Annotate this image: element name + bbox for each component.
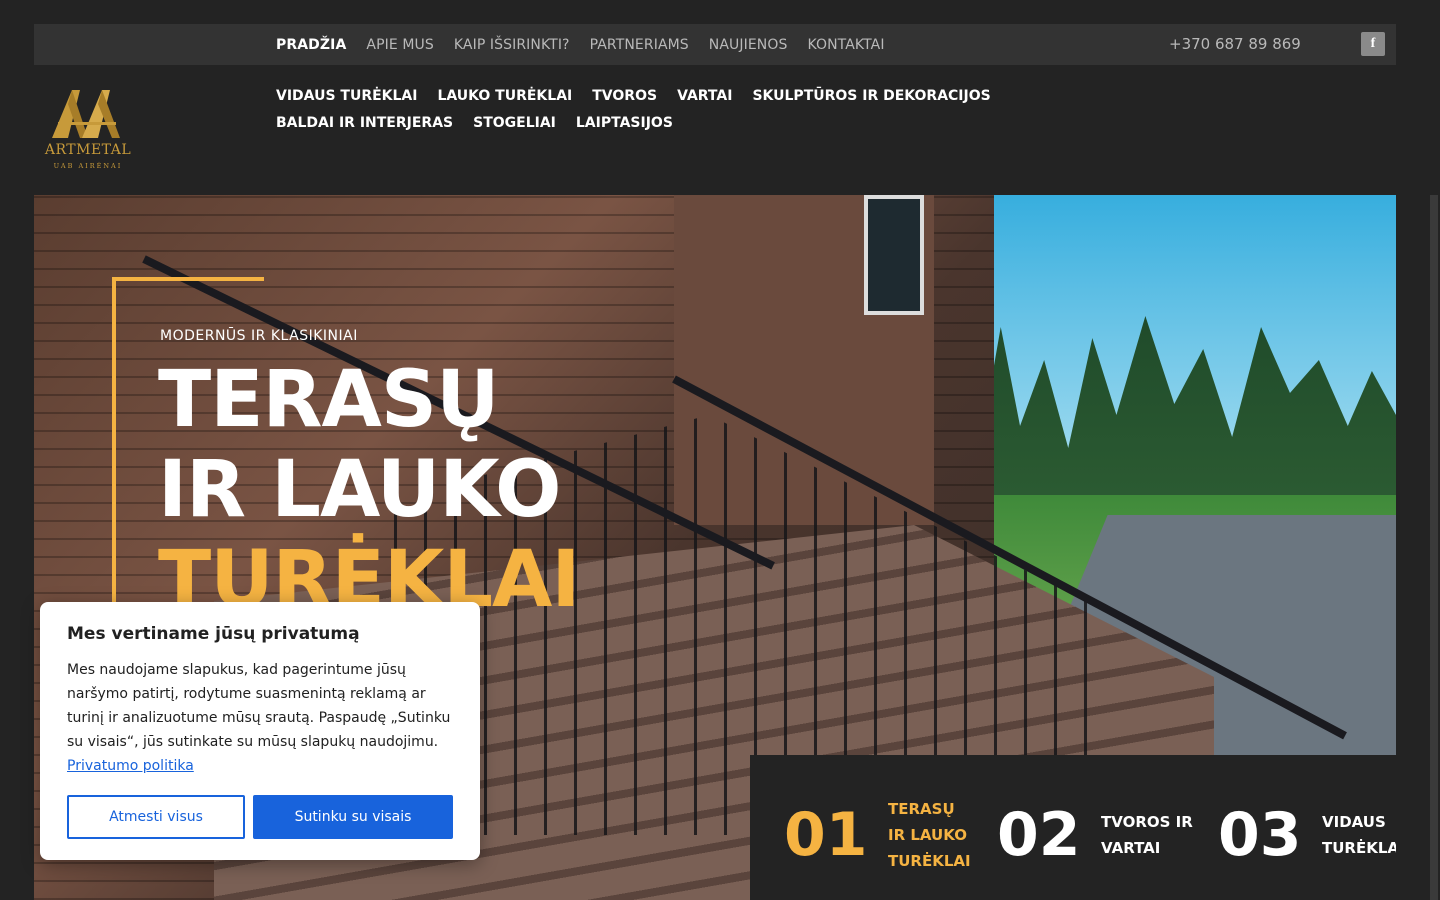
facebook-icon[interactable]: f — [1361, 32, 1385, 56]
top-nav: PRADŽIA APIE MUS KAIP IŠSIRINKTI? PARTNE… — [276, 24, 885, 65]
feature-1-label-line: TURĖKLAI — [888, 852, 971, 870]
hero-window — [864, 195, 924, 315]
privacy-policy-link[interactable]: Privatumo politika — [67, 758, 194, 774]
accept-all-button[interactable]: Sutinku su visais — [253, 795, 453, 839]
logo-mark-icon — [52, 90, 120, 138]
main-nav: VIDAUS TURĖKLAI LAUKO TURĖKLAI TVOROS VA… — [276, 86, 1156, 134]
nav-link-partneriams[interactable]: PARTNERIAMS — [590, 37, 689, 53]
main-nav-skulpturos[interactable]: SKULPTŪROS IR DEKORACIJOS — [752, 86, 990, 107]
nav-link-kontaktai[interactable]: KONTAKTAI — [807, 37, 884, 53]
feature-1-label[interactable]: TERASŲ IR LAUKO TURĖKLAI — [888, 796, 971, 874]
logo-subtitle: UAB AIRĖNAI — [53, 162, 123, 170]
hero-frame-left — [112, 277, 116, 607]
hero-title-line-2: IR LAUKO — [158, 445, 562, 535]
cookie-body: Mes naudojame slapukus, kad pagerintume … — [67, 662, 451, 750]
feature-1-label-line: IR LAUKO — [888, 826, 967, 844]
main-nav-lauko-tureklai[interactable]: LAUKO TURĖKLAI — [437, 86, 572, 107]
hero-title-line-1: TERASŲ — [158, 355, 499, 445]
feature-2-label[interactable]: TVOROS IR VARTAI — [1101, 809, 1193, 861]
feature-3-label-line: VIDAUS — [1322, 813, 1386, 831]
feature-2-label-line: TVOROS IR — [1101, 813, 1193, 831]
nav-link-naujienos[interactable]: NAUJIENOS — [709, 37, 788, 53]
phone-number[interactable]: +370 687 89 869 — [1169, 24, 1301, 65]
hero-eyebrow: MODERNŪS IR KLASIKINIAI — [160, 328, 358, 344]
hero-frame-top — [112, 277, 264, 281]
logo-brand: ARTMETAL — [44, 142, 132, 158]
cookie-text: Mes naudojame slapukus, kad pagerintume … — [67, 658, 462, 778]
hero-title: TERASŲ IR LAUKO TURĖKLAI — [158, 355, 580, 625]
reject-all-button[interactable]: Atmesti visus — [67, 795, 245, 839]
nav-link-apie-mus[interactable]: APIE MUS — [366, 37, 433, 53]
main-nav-baldai[interactable]: BALDAI IR INTERJERAS — [276, 113, 453, 134]
feature-1-number: 01 — [784, 800, 868, 870]
nav-link-pradzia[interactable]: PRADŽIA — [276, 37, 346, 53]
feature-3-label[interactable]: VIDAUS TURĖKLAI — [1322, 809, 1396, 861]
site-logo[interactable]: ARTMETAL UAB AIRĖNAI — [38, 84, 138, 174]
feature-1-label-line: TERASŲ — [888, 800, 955, 818]
main-nav-vartai[interactable]: VARTAI — [677, 86, 732, 107]
feature-3-label-line: TURĖKLAI — [1322, 839, 1396, 857]
feature-3-number: 03 — [1218, 800, 1302, 870]
feature-2-number: 02 — [997, 800, 1081, 870]
top-bar: PRADŽIA APIE MUS KAIP IŠSIRINKTI? PARTNE… — [34, 24, 1396, 65]
features-strip: 01 TERASŲ IR LAUKO TURĖKLAI 02 TVOROS IR… — [750, 755, 1396, 900]
cookie-title: Mes vertiname jūsų privatumą — [67, 624, 360, 644]
main-nav-tvoros[interactable]: TVOROS — [592, 86, 657, 107]
page-scrollbar[interactable] — [1430, 195, 1438, 900]
main-nav-vidaus-tureklai[interactable]: VIDAUS TURĖKLAI — [276, 86, 417, 107]
feature-2-label-line: VARTAI — [1101, 839, 1161, 857]
main-nav-stogeliai[interactable]: STOGELIAI — [473, 113, 556, 134]
nav-link-kaip-issirinkti[interactable]: KAIP IŠSIRINKTI? — [454, 37, 570, 53]
main-nav-laiptasijos[interactable]: LAIPTASIJOS — [576, 113, 673, 134]
cookie-consent-dialog: Mes vertiname jūsų privatumą Mes naudoja… — [40, 602, 480, 860]
